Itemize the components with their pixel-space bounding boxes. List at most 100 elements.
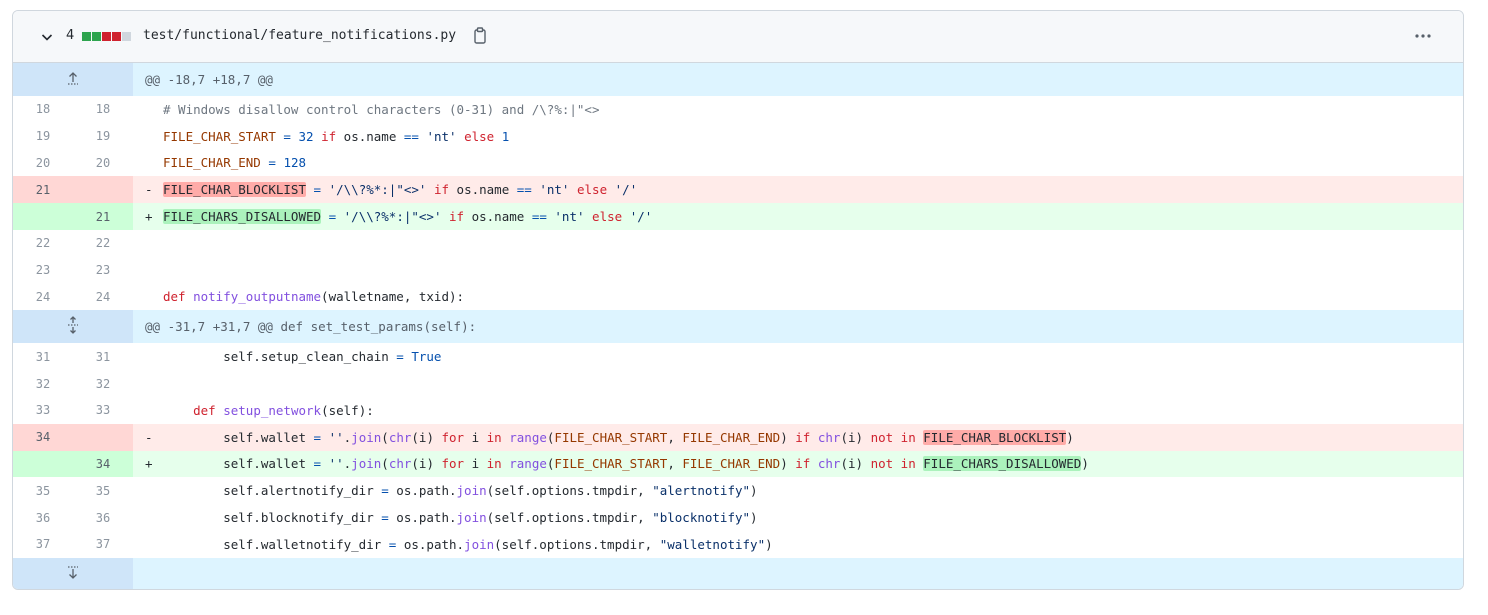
old-line-number[interactable] — [13, 203, 73, 230]
new-line-number[interactable] — [73, 176, 133, 204]
new-line-number[interactable]: 20 — [73, 150, 133, 177]
old-line-number[interactable] — [13, 450, 73, 478]
kebab-horizontal-icon[interactable] — [1413, 27, 1433, 45]
code-line — [133, 370, 1463, 397]
diff-file: 4 test/functional/feature_notifications.… — [12, 10, 1464, 590]
diff-marker — [145, 376, 163, 391]
old-line-number[interactable]: 37 — [13, 531, 73, 558]
old-line-number[interactable]: 33 — [13, 397, 73, 424]
hunk-header-text: @@ -31,7 +31,7 @@ def set_test_params(se… — [133, 310, 1463, 344]
context-line: 31 31 self.setup_clean_chain = True — [13, 343, 1463, 370]
diffstat-block — [92, 32, 101, 41]
diff-marker — [145, 129, 163, 144]
code-line: def notify_outputname(walletname, txid): — [133, 284, 1463, 311]
expand-footer-fill — [133, 557, 1463, 589]
context-line: 33 33 def setup_network(self): — [13, 397, 1463, 424]
new-line-number[interactable]: 21 — [73, 203, 133, 230]
new-line-number[interactable]: 34 — [73, 450, 133, 478]
code-line: + FILE_CHARS_DISALLOWED = '/\\?%*:|"<>' i… — [133, 203, 1463, 230]
new-line-number[interactable] — [73, 423, 133, 451]
expand-footer — [13, 557, 1463, 589]
diffstat-blocks — [82, 32, 131, 41]
new-line-number[interactable]: 31 — [73, 343, 133, 370]
old-line-number[interactable]: 20 — [13, 150, 73, 177]
new-line-number[interactable]: 33 — [73, 397, 133, 424]
new-line-number[interactable]: 19 — [73, 123, 133, 150]
hunk-header: @@ -31,7 +31,7 @@ def set_test_params(se… — [13, 310, 1463, 344]
context-line: 24 24 def notify_outputname(walletname, t… — [13, 284, 1463, 311]
diff-marker — [145, 349, 163, 364]
diffstat-block — [102, 32, 111, 41]
diff-marker — [145, 289, 163, 304]
new-line-number[interactable]: 37 — [73, 531, 133, 558]
code-line — [133, 257, 1463, 284]
old-line-number[interactable]: 31 — [13, 343, 73, 370]
diff-marker: - — [145, 429, 153, 445]
diff-marker: + — [145, 456, 153, 472]
code-line: self.setup_clean_chain = True — [133, 343, 1463, 370]
chevron-down-icon[interactable] — [39, 29, 55, 45]
code-line: + self.wallet = ''.join(chr(i) for i in … — [133, 450, 1463, 478]
context-line: 35 35 self.alertnotify_dir = os.path.join… — [13, 477, 1463, 504]
old-line-number[interactable]: 24 — [13, 284, 73, 311]
code-line: self.blocknotify_dir = os.path.join(self… — [133, 504, 1463, 531]
diff-marker — [145, 263, 163, 278]
new-line-number[interactable]: 35 — [73, 477, 133, 504]
old-line-number[interactable]: 32 — [13, 370, 73, 397]
new-line-number[interactable]: 23 — [73, 257, 133, 284]
diff-marker — [145, 102, 163, 117]
diff-marker — [145, 403, 163, 418]
diffstat-block — [82, 32, 91, 41]
context-line: 22 22 — [13, 230, 1463, 257]
added-line: 21 + FILE_CHARS_DISALLOWED = '/\\?%*:|"<>'… — [13, 203, 1463, 230]
expand-up-icon[interactable] — [13, 63, 133, 96]
file-name[interactable]: test/functional/feature_notifications.py — [143, 28, 456, 43]
code-line: self.alertnotify_dir = os.path.join(self… — [133, 477, 1463, 504]
added-line: 34 + self.wallet = ''.join(chr(i) for i i… — [13, 450, 1463, 478]
context-line: 20 20 FILE_CHAR_END = 128 — [13, 150, 1463, 177]
diff-marker — [145, 236, 163, 251]
new-line-number[interactable]: 24 — [73, 284, 133, 311]
diffstat-block — [112, 32, 121, 41]
context-line: 37 37 self.walletnotify_dir = os.path.joi… — [13, 531, 1463, 558]
expand-both-icon[interactable] — [13, 310, 133, 344]
context-line: 36 36 self.blocknotify_dir = os.path.join… — [13, 504, 1463, 531]
copy-icon[interactable] — [472, 27, 488, 45]
code-line: def setup_network(self): — [133, 397, 1463, 424]
context-line: 23 23 — [13, 257, 1463, 284]
code-line: - self.wallet = ''.join(chr(i) for i in … — [133, 423, 1463, 451]
diffstat-block — [122, 32, 131, 41]
new-line-number[interactable]: 36 — [73, 504, 133, 531]
old-line-number[interactable]: 35 — [13, 477, 73, 504]
new-line-number[interactable]: 32 — [73, 370, 133, 397]
new-line-number[interactable]: 18 — [73, 96, 133, 123]
deleted-line: 34 - self.wallet = ''.join(chr(i) for i i… — [13, 423, 1463, 451]
old-line-number[interactable]: 36 — [13, 504, 73, 531]
diff-marker: - — [145, 182, 153, 198]
hunk-header: @@ -18,7 +18,7 @@ — [13, 63, 1463, 96]
hunk-header-text: @@ -18,7 +18,7 @@ — [133, 63, 1463, 96]
code-line: - FILE_CHAR_BLOCKLIST = '/\\?%*:|"<>' if … — [133, 176, 1463, 204]
diff-table: @@ -18,7 +18,7 @@ 18 18 # Windows disallow… — [13, 63, 1463, 589]
deleted-line: 21 - FILE_CHAR_BLOCKLIST = '/\\?%*:|"<>' i… — [13, 176, 1463, 204]
old-line-number[interactable]: 34 — [13, 423, 73, 451]
code-line — [133, 230, 1463, 257]
old-line-number[interactable]: 22 — [13, 230, 73, 257]
old-line-number[interactable]: 21 — [13, 176, 73, 204]
code-line: # Windows disallow control characters (0… — [133, 96, 1463, 123]
new-line-number[interactable]: 22 — [73, 230, 133, 257]
context-line: 18 18 # Windows disallow control characte… — [13, 96, 1463, 123]
change-count: 4 — [66, 28, 75, 43]
expand-down-icon[interactable] — [13, 557, 133, 589]
code-line: FILE_CHAR_END = 128 — [133, 150, 1463, 177]
old-line-number[interactable]: 18 — [13, 96, 73, 123]
diff-marker: + — [145, 209, 153, 225]
code-line: FILE_CHAR_START = 32 if os.name == 'nt' … — [133, 123, 1463, 150]
diff-marker — [145, 155, 163, 170]
diff-marker — [145, 537, 163, 552]
old-line-number[interactable]: 23 — [13, 257, 73, 284]
code-line: self.walletnotify_dir = os.path.join(sel… — [133, 531, 1463, 558]
diff-marker — [145, 510, 163, 525]
file-header: 4 test/functional/feature_notifications.… — [13, 11, 1463, 63]
old-line-number[interactable]: 19 — [13, 123, 73, 150]
